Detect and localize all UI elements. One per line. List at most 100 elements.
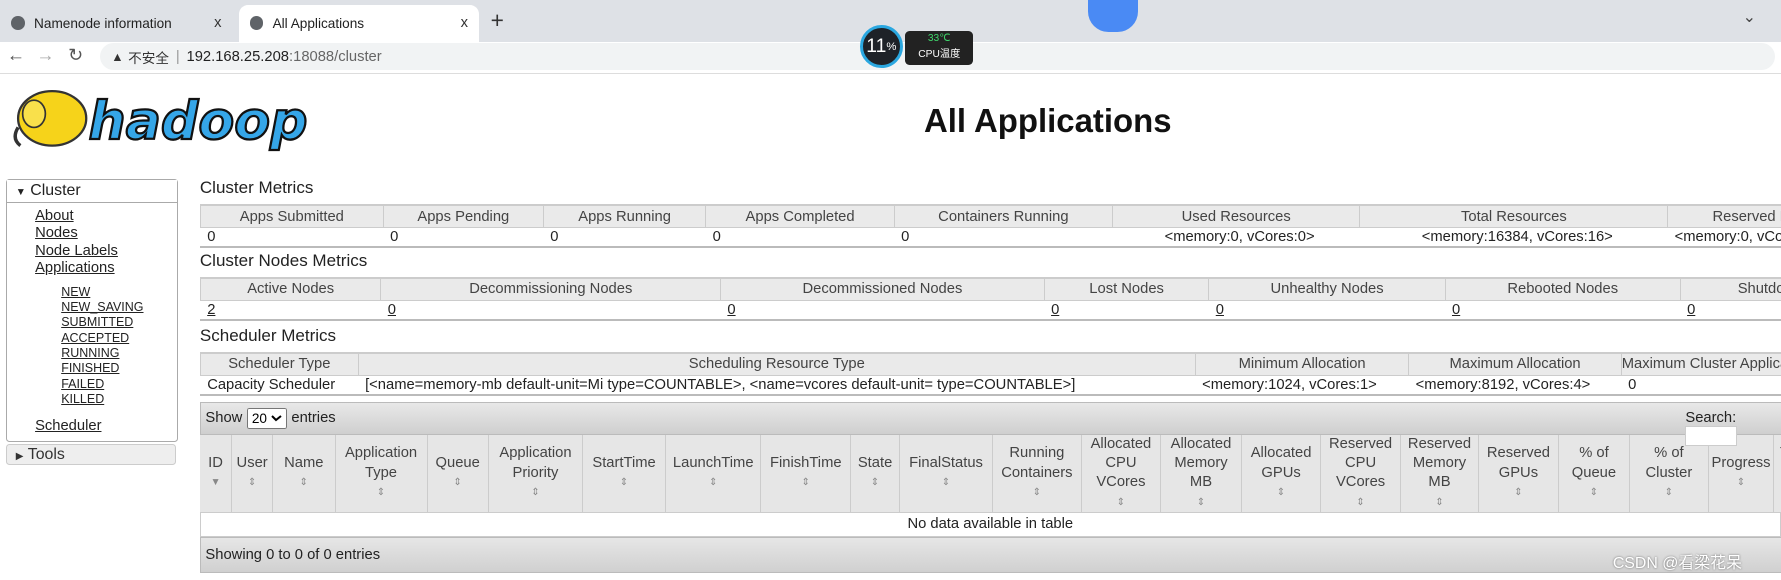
column-label: Application Type	[344, 445, 418, 481]
close-tab-icon[interactable]: x	[214, 15, 221, 31]
sort-icon: ⇕	[1514, 487, 1523, 498]
column-header: Apps Running	[542, 204, 707, 228]
column-header: Shutdown Nodes	[1679, 277, 1781, 301]
column-header-reserved-gpus[interactable]: Reserved GPUs ⇕	[1478, 434, 1559, 512]
column-header-application-type[interactable]: Application Type ⇕	[335, 434, 428, 512]
cell-link[interactable]: 0	[1208, 300, 1446, 321]
chevron-down-icon[interactable]: ⌄	[1743, 7, 1756, 27]
sidebar-link-accepted[interactable]: ACCEPTED	[61, 331, 177, 346]
sort-icon: ⇕	[1777, 483, 1781, 502]
tab-all-applications[interactable]: All Applications x	[238, 4, 480, 42]
sidebar-link-scheduler[interactable]: Scheduler	[35, 418, 177, 436]
column-label: Name	[284, 455, 324, 472]
column-header: Used Resources	[1111, 204, 1361, 228]
column-header-progress[interactable]: Progress ⇕	[1708, 434, 1775, 512]
search-input[interactable]	[1685, 425, 1738, 447]
column-header: Total Resources	[1359, 204, 1669, 228]
table-row: 2000000	[200, 300, 1781, 321]
column-header-name[interactable]: Name ⇕	[272, 434, 336, 512]
new-tab-button[interactable]: +	[491, 7, 504, 34]
column-label: Allocated Memory MB	[1170, 435, 1232, 491]
column-label: Progress	[1711, 455, 1771, 472]
tab-namenode-information[interactable]: Namenode information x	[0, 5, 233, 42]
sort-icon: ⇕	[870, 477, 880, 489]
column-label: % of Cluster	[1645, 445, 1693, 481]
column-header-finalstatus[interactable]: FinalStatus ⇕	[899, 434, 994, 512]
column-label: LaunchTime	[672, 455, 754, 472]
column-header-allocated-cpu-vcores[interactable]: Allocated CPU VCores ⇕	[1081, 434, 1162, 512]
empty-message: No data available in table	[199, 511, 1781, 537]
column-header-queue[interactable]: Queue ⇕	[427, 434, 489, 512]
page-size-select[interactable]: 20	[246, 408, 287, 429]
sort-icon: ⇕	[531, 487, 540, 498]
column-header--of-queue[interactable]: % of Queue ⇕	[1558, 434, 1631, 512]
table-cell: [<name=memory-mb default-unit=Mi type=CO…	[358, 375, 1196, 396]
table-info: Showing 0 to 0 of 0 entries	[199, 536, 1781, 573]
sidebar-link-running[interactable]: RUNNING	[61, 346, 177, 361]
tools-section-toggle[interactable]: ▶ Tools	[5, 444, 177, 465]
sort-icon: ⇕	[1664, 487, 1674, 498]
column-header-running-containers[interactable]: Running Containers ⇕	[992, 434, 1082, 512]
column-header-state[interactable]: State ⇕	[850, 434, 900, 512]
sidebar-link-finished[interactable]: FINISHED	[61, 361, 177, 376]
search-label: Search:	[1685, 409, 1737, 426]
column-label: StartTime	[592, 455, 656, 472]
cell-link[interactable]: 0	[1445, 300, 1681, 321]
cell-link[interactable]: 2	[200, 300, 381, 321]
forward-icon[interactable]: →	[36, 45, 54, 66]
header-row: ID ▼ User ⇕ Name ⇕ Application Type ⇕ Queue ⇕ Appl…	[199, 434, 1781, 512]
header-row: Active Nodes Decommissioning Nodes Decommi…	[199, 277, 1781, 301]
column-header: Unhealthy Nodes	[1208, 277, 1446, 301]
sort-icon: ⇕	[453, 477, 462, 489]
column-header-allocated-memory-mb[interactable]: Allocated Memory MB ⇕	[1160, 434, 1242, 512]
sort-icon: ⇕	[1356, 496, 1365, 508]
column-label: Reserved Memory MB	[1407, 435, 1472, 491]
column-header-application-priority[interactable]: Application Priority ⇕	[488, 434, 584, 512]
column-header-launchtime[interactable]: LaunchTime ⇕	[665, 434, 762, 512]
table-cell: <memory:1024, vCores:1>	[1195, 375, 1409, 396]
globe-icon	[249, 16, 264, 31]
table-cell: <memory:16384, vCores:16>	[1359, 227, 1668, 249]
cell-link[interactable]: 0	[380, 300, 721, 321]
sidebar-link-applications[interactable]: Applications	[35, 260, 177, 278]
sort-icon: ⇕	[708, 477, 718, 489]
column-header-id[interactable]: ID ▼	[199, 434, 233, 512]
divider: |	[175, 48, 180, 65]
sidebar-link-killed[interactable]: KILLED	[61, 392, 177, 407]
column-label: Allocated CPU VCores	[1090, 435, 1152, 491]
cell-link[interactable]: 0	[1044, 300, 1209, 321]
url-host: 192.168.25.208	[186, 48, 290, 65]
sidebar-link-nodes[interactable]: Nodes	[35, 225, 177, 243]
sidebar-link-about[interactable]: About	[35, 208, 177, 226]
column-header: Apps Completed	[705, 204, 895, 228]
column-label: Reserved GPUs	[1486, 445, 1550, 481]
sidebar-link-failed[interactable]: FAILED	[61, 377, 177, 392]
column-header-reserved-cpu-vcores[interactable]: Reserved CPU VCores ⇕	[1320, 434, 1401, 512]
sidebar-link-submitted[interactable]: SUBMITTED	[61, 315, 177, 330]
cluster-section-toggle[interactable]: ▼ Cluster	[6, 180, 178, 203]
column-header-user[interactable]: User ⇕	[231, 434, 274, 512]
table-cell: <memory:0, vCores:0>	[1112, 227, 1360, 249]
watermark: CSDN @看梁花呆	[1612, 554, 1742, 572]
cell-link[interactable]: 0	[720, 300, 1045, 321]
column-header-allocated-gpus[interactable]: Allocated GPUs ⇕	[1241, 434, 1322, 512]
column-header--of-cluster[interactable]: % of Cluster ⇕	[1629, 434, 1709, 512]
column-header-starttime[interactable]: StartTime ⇕	[582, 434, 667, 512]
triangle-right-icon: ▶	[15, 451, 24, 463]
table-cell: Capacity Scheduler	[200, 375, 359, 396]
cpu-temp: 33℃	[927, 32, 951, 44]
sidebar-link-new-saving[interactable]: NEW_SAVING	[61, 300, 177, 315]
back-icon[interactable]: ←	[7, 45, 25, 66]
column-header-reserved-memory-mb[interactable]: Reserved Memory MB ⇕	[1400, 434, 1480, 512]
entries-label: entries	[291, 410, 336, 427]
cell-link[interactable]: 0	[1680, 300, 1781, 321]
sidebar-link-new[interactable]: NEW	[61, 285, 177, 300]
column-header: Scheduling Resource Type	[357, 352, 1196, 376]
reload-icon[interactable]: ↻	[68, 45, 83, 66]
column-header: Apps Pending	[382, 204, 544, 228]
triangle-down-icon: ▼	[15, 186, 26, 198]
sidebar-link-node-labels[interactable]: Node Labels	[35, 243, 177, 261]
column-header-tracking-ui[interactable]: Tracking UI⇕	[1773, 434, 1781, 512]
close-tab-icon[interactable]: x	[461, 15, 468, 31]
column-header-finishtime[interactable]: FinishTime ⇕	[760, 434, 852, 512]
